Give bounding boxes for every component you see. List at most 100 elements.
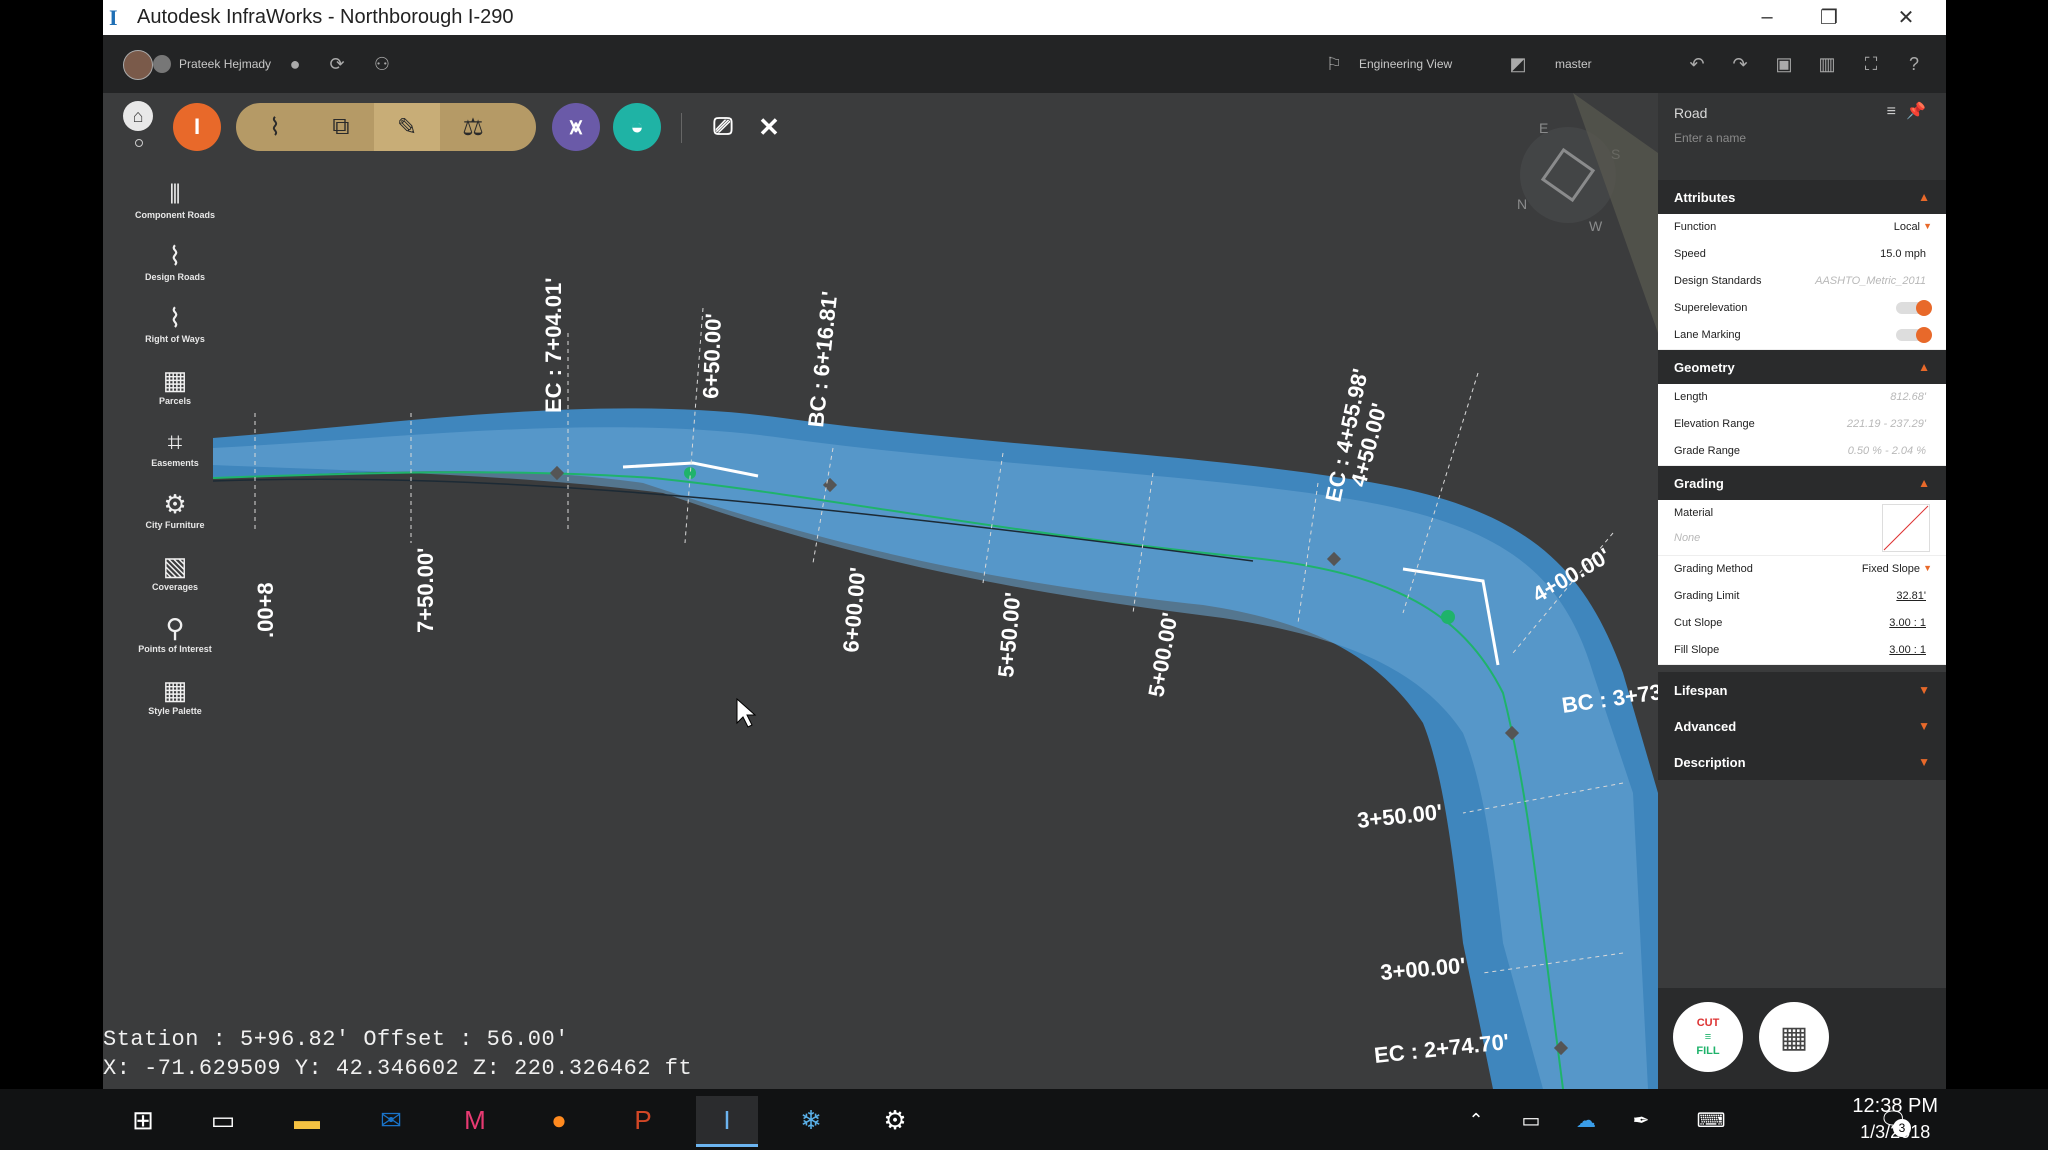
tool-points-of-interest[interactable]: ⚲ Points of Interest <box>123 612 227 654</box>
m-app-icon[interactable]: M <box>444 1096 506 1144</box>
settings-icon[interactable]: ⚙ <box>864 1096 926 1144</box>
file-explorer-icon[interactable]: ▬ <box>276 1096 338 1144</box>
attr-row[interactable]: Speed 15.0 mph <box>1658 241 1946 269</box>
windows-taskbar: ⊞ ▭ ▬ ✉ M ● P I ❄ ⚙ ⌃ ▭ ☁ ✒ ⌨ 12:38 PM 1… <box>0 1089 2048 1150</box>
grading-row[interactable]: Grading Limit 32.81' <box>1658 583 1946 611</box>
window-title: Autodesk InfraWorks - Northborough I-290 <box>137 6 514 28</box>
geometry-row: Grade Range 0.50 % - 2.04 % <box>1658 438 1946 466</box>
app-window: I Autodesk InfraWorks - Northborough I-2… <box>103 0 1946 1089</box>
tool-easements[interactable]: ⌗ Easements <box>123 426 227 468</box>
title-bar: I Autodesk InfraWorks - Northborough I-2… <box>103 0 1946 35</box>
outlook-icon[interactable]: ✉ <box>360 1096 422 1144</box>
branch-label[interactable]: master <box>1555 57 1592 71</box>
notifications-icon[interactable]: 🗨 <box>1862 1096 1924 1144</box>
user-avatar[interactable] <box>123 50 153 80</box>
menu-icon[interactable]: ≡ <box>1887 103 1896 121</box>
branch-icon[interactable]: ◩ <box>1507 53 1529 75</box>
infraworks-mode-icon[interactable]: I <box>173 103 221 151</box>
copy-layers-icon[interactable]: ⧉ <box>308 103 374 151</box>
home-icon[interactable]: ⌂ <box>123 101 153 131</box>
description-section-header[interactable]: Description ▼ <box>1658 744 1946 780</box>
infraworks-taskbar-icon[interactable]: I <box>696 1096 758 1147</box>
parcels-icon: ▦ <box>162 365 188 395</box>
redo-icon[interactable]: ↷ <box>1729 53 1751 75</box>
name-input[interactable]: Enter a name <box>1674 131 1746 145</box>
material-row[interactable]: Material None <box>1658 500 1946 556</box>
powerpoint-icon[interactable]: P <box>612 1096 674 1144</box>
sync-icon[interactable]: ⟳ <box>326 53 348 75</box>
toolbar-divider <box>681 113 682 143</box>
attr-row[interactable]: Lane Marking <box>1658 322 1946 350</box>
calculator-icon[interactable]: ▦ <box>1759 1002 1829 1072</box>
chevron-down-icon: ▼ <box>1918 683 1930 697</box>
station-label: 5+50.00' <box>993 591 1025 678</box>
home-dot-icon <box>135 139 143 147</box>
engineering-view-label[interactable]: Engineering View <box>1359 57 1452 71</box>
attr-row[interactable]: Function Local ▼ <box>1658 214 1946 242</box>
status-dot-icon[interactable]: ● <box>284 53 306 75</box>
coordinate-readout: X: -71.629509 Y: 42.346602 Z: 220.326462… <box>103 1056 693 1081</box>
geometry-row: Length 812.68' <box>1658 384 1946 412</box>
panel-toggle-icon[interactable]: ▥ <box>1816 53 1838 75</box>
tool-city-furniture[interactable]: ⚙ City Furniture <box>123 488 227 530</box>
grading-row[interactable]: Grading Method Fixed Slope ▼ <box>1658 556 1946 584</box>
tool-design-roads[interactable]: ⌇ Design Roads <box>123 240 227 282</box>
attributes-section-header[interactable]: Attributes ▲ <box>1658 180 1946 214</box>
lane-marking-toggle[interactable] <box>1896 327 1932 343</box>
map-viewport[interactable]: E S N W <box>103 93 1658 1089</box>
right-of-ways-icon: ⌇ <box>168 303 182 333</box>
road-design-icon[interactable]: ⌇ <box>242 103 308 151</box>
user-name[interactable]: Prateek Hejmady <box>179 57 271 71</box>
engineering-view-icon[interactable]: ⚐ <box>1323 53 1345 75</box>
lifespan-section-header[interactable]: Lifespan ▼ <box>1658 672 1946 708</box>
curve-grip[interactable] <box>1441 610 1455 624</box>
bridge-icon[interactable]: ⩙ <box>552 103 600 151</box>
restore-button[interactable]: ❐ <box>1799 0 1859 35</box>
present-icon[interactable]: ⎚ <box>699 103 747 151</box>
save-icon[interactable]: ▣ <box>1773 53 1795 75</box>
undo-icon[interactable]: ↶ <box>1686 53 1708 75</box>
tool-parcels[interactable]: ▦ Parcels <box>123 364 227 406</box>
top-bar: Prateek Hejmady ● ⟳ ⚇ ⚐ Engineering View… <box>103 35 1946 93</box>
tool-component-roads[interactable]: ⫴ Component Roads <box>123 178 227 220</box>
drainage-icon[interactable]: ◒ <box>613 103 661 151</box>
fullscreen-icon[interactable]: ⛶ <box>1860 53 1882 75</box>
material-swatch[interactable] <box>1882 504 1930 552</box>
start-icon[interactable]: ⊞ <box>112 1096 174 1144</box>
tool-style-palette[interactable]: ▦ Style Palette <box>123 674 227 716</box>
settings-tools-icon[interactable]: ✕ <box>745 103 793 151</box>
superelevation-toggle[interactable] <box>1896 300 1932 316</box>
pin-icon[interactable]: 📌 <box>1906 101 1926 121</box>
pen-icon[interactable]: ✒ <box>1610 1096 1672 1144</box>
minimize-button[interactable]: – <box>1737 0 1797 35</box>
grading-section-header[interactable]: Grading ▲ <box>1658 466 1946 500</box>
grading-row[interactable]: Cut Slope 3.00 : 1 <box>1658 610 1946 638</box>
station-label: EC : 7+04.01' <box>541 278 566 413</box>
collaborators-icon[interactable]: ⚇ <box>371 53 393 75</box>
geometry-section-header[interactable]: Geometry ▲ <box>1658 350 1946 384</box>
analyze-icon[interactable]: ⚖ <box>440 103 506 151</box>
station-label: 5+00.00' <box>1143 610 1182 698</box>
road-canvas[interactable]: E S N W <box>103 93 1658 1089</box>
firefox-icon[interactable]: ● <box>528 1096 590 1144</box>
infraworks-app-icon: I <box>109 5 118 30</box>
sketch-icon[interactable]: ✎ <box>374 103 440 151</box>
keyboard-icon[interactable]: ⌨ <box>1680 1096 1742 1144</box>
close-button[interactable]: ✕ <box>1876 0 1936 35</box>
task-view-icon[interactable]: ▭ <box>192 1096 254 1144</box>
attr-row[interactable]: Design Standards AASHTO_Metric_2011 <box>1658 268 1946 296</box>
onedrive-icon[interactable]: ☁ <box>1555 1096 1617 1144</box>
compass-east: E <box>1539 120 1548 136</box>
attr-row[interactable]: Superelevation <box>1658 295 1946 323</box>
user-menu-icon[interactable] <box>153 55 171 73</box>
tool-right-of-ways[interactable]: ⌇ Right of Ways <box>123 302 227 344</box>
battery-icon[interactable]: ▭ <box>1500 1096 1562 1144</box>
snowflake-app-icon[interactable]: ❄ <box>780 1096 842 1144</box>
cut-fill-button[interactable]: CUT ≡ FILL <box>1673 1002 1743 1072</box>
grading-row[interactable]: Fill Slope 3.00 : 1 <box>1658 637 1946 665</box>
advanced-section-header[interactable]: Advanced ▼ <box>1658 708 1946 744</box>
help-icon[interactable]: ? <box>1903 53 1925 75</box>
dropdown-icon: ▼ <box>1923 221 1932 231</box>
tool-coverages[interactable]: ▧ Coverages <box>123 550 227 592</box>
tray-chevron-up-icon[interactable]: ⌃ <box>1445 1096 1507 1144</box>
